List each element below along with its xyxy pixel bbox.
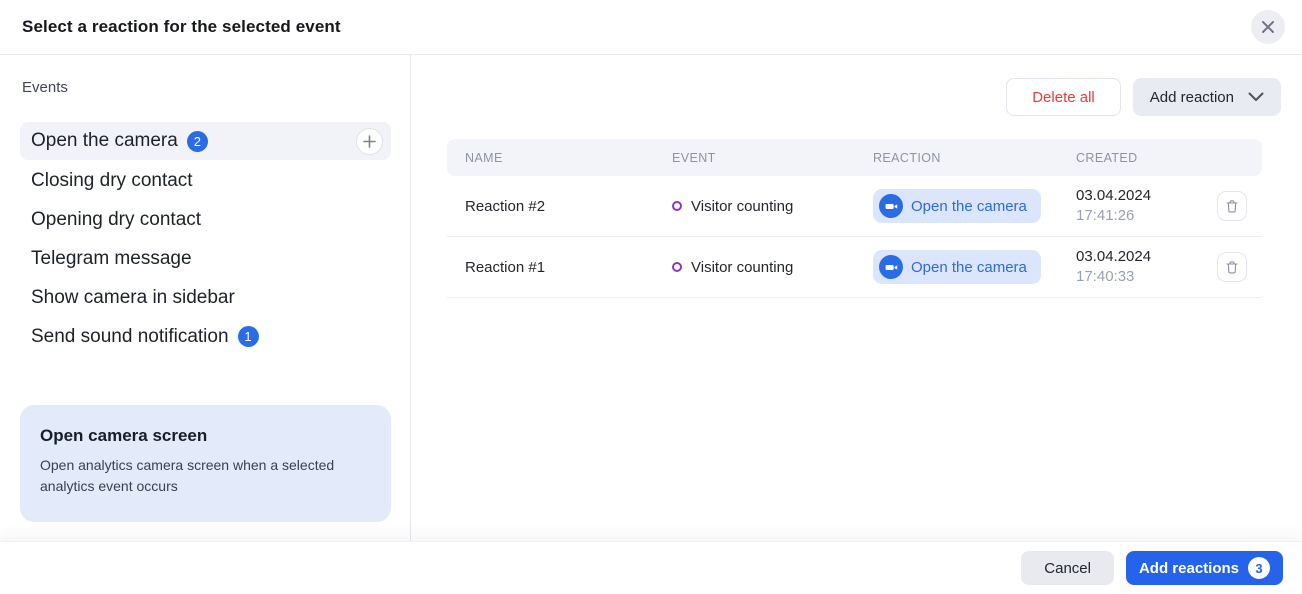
reaction-pill-label: Open the camera (911, 198, 1027, 215)
event-type-icon (672, 201, 682, 211)
header-name: NAME (465, 151, 672, 165)
delete-row-button[interactable] (1217, 252, 1247, 282)
sidebar-item-open-the-camera[interactable]: Open the camera 2 (20, 122, 391, 160)
table-header: NAME EVENT REACTION CREATED (447, 139, 1262, 176)
created-date: 03.04.2024 (1076, 247, 1217, 267)
event-type-icon (672, 262, 682, 272)
reactions-table: NAME EVENT REACTION CREATED Reaction #2 … (447, 139, 1262, 298)
close-button[interactable] (1251, 10, 1285, 44)
created-cell: 03.04.2024 17:40:33 (1076, 247, 1217, 288)
created-time: 17:41:26 (1076, 206, 1217, 226)
close-icon (1261, 20, 1275, 34)
reaction-pill: Open the camera (873, 250, 1041, 284)
add-reaction-button[interactable]: Add reaction (1133, 78, 1281, 116)
sidebar-item-show-camera-in-sidebar[interactable]: Show camera in sidebar (20, 278, 391, 317)
info-card-title: Open camera screen (40, 426, 371, 446)
created-time: 17:40:33 (1076, 267, 1217, 287)
cancel-button[interactable]: Cancel (1021, 551, 1114, 585)
sidebar-item-telegram-message[interactable]: Telegram message (20, 239, 391, 278)
sidebar-item-label: Telegram message (31, 248, 192, 270)
events-sidebar: Events Open the camera 2 Closing dry con… (0, 55, 411, 541)
sidebar-item-opening-dry-contact[interactable]: Opening dry contact (20, 200, 391, 239)
reactions-panel: Delete all Add reaction NAME EVENT REACT… (411, 55, 1302, 541)
table-row: Reaction #1 Visitor counting Open the ca… (447, 237, 1262, 298)
event-name: Visitor counting (691, 198, 793, 215)
table-row: Reaction #2 Visitor counting Open the ca… (447, 176, 1262, 237)
info-card: Open camera screen Open analytics camera… (20, 405, 391, 522)
trash-icon (1225, 199, 1239, 214)
reactions-toolbar: Delete all Add reaction (447, 78, 1281, 116)
delete-row-button[interactable] (1217, 191, 1247, 221)
chevron-down-icon (1248, 92, 1264, 102)
sidebar-item-label: Show camera in sidebar (31, 287, 235, 309)
reaction-name: Reaction #1 (465, 259, 672, 276)
modal-title: Select a reaction for the selected event (22, 17, 341, 37)
event-count-badge: 1 (238, 326, 259, 347)
trash-icon (1225, 260, 1239, 275)
sidebar-item-label: Opening dry contact (31, 209, 201, 231)
modal-header: Select a reaction for the selected event (0, 0, 1302, 55)
plus-icon (363, 135, 376, 148)
reaction-pill: Open the camera (873, 189, 1041, 223)
event-count-badge: 2 (187, 131, 208, 152)
add-reactions-label: Add reactions (1139, 560, 1239, 577)
header-event: EVENT (672, 151, 873, 165)
header-reaction: REACTION (873, 151, 1076, 165)
table-body: Reaction #2 Visitor counting Open the ca… (447, 176, 1262, 298)
info-card-description: Open analytics camera screen when a sele… (40, 455, 371, 498)
add-reactions-button[interactable]: Add reactions 3 (1126, 551, 1283, 585)
add-reaction-label: Add reaction (1150, 89, 1234, 106)
reaction-pill-label: Open the camera (911, 259, 1027, 276)
camera-icon (879, 255, 903, 279)
reaction-name: Reaction #2 (465, 198, 672, 215)
event-name: Visitor counting (691, 259, 793, 276)
created-cell: 03.04.2024 17:41:26 (1076, 186, 1217, 227)
sidebar-item-label: Closing dry contact (31, 170, 193, 192)
sidebar-item-closing-dry-contact[interactable]: Closing dry contact (20, 161, 391, 200)
events-list: Open the camera 2 Closing dry contact Op… (20, 122, 391, 356)
sidebar-item-label: Open the camera (31, 130, 178, 152)
events-heading: Events (22, 79, 391, 96)
modal-body: Events Open the camera 2 Closing dry con… (0, 55, 1302, 541)
created-date: 03.04.2024 (1076, 186, 1217, 206)
sidebar-item-label: Send sound notification (31, 326, 229, 348)
modal-footer: Cancel Add reactions 3 (0, 541, 1302, 594)
add-event-button[interactable] (356, 128, 383, 155)
header-created: CREATED (1076, 151, 1217, 165)
reactions-count-badge: 3 (1248, 557, 1270, 579)
sidebar-item-send-sound-notification[interactable]: Send sound notification 1 (20, 317, 391, 356)
delete-all-button[interactable]: Delete all (1006, 78, 1121, 116)
camera-icon (879, 194, 903, 218)
